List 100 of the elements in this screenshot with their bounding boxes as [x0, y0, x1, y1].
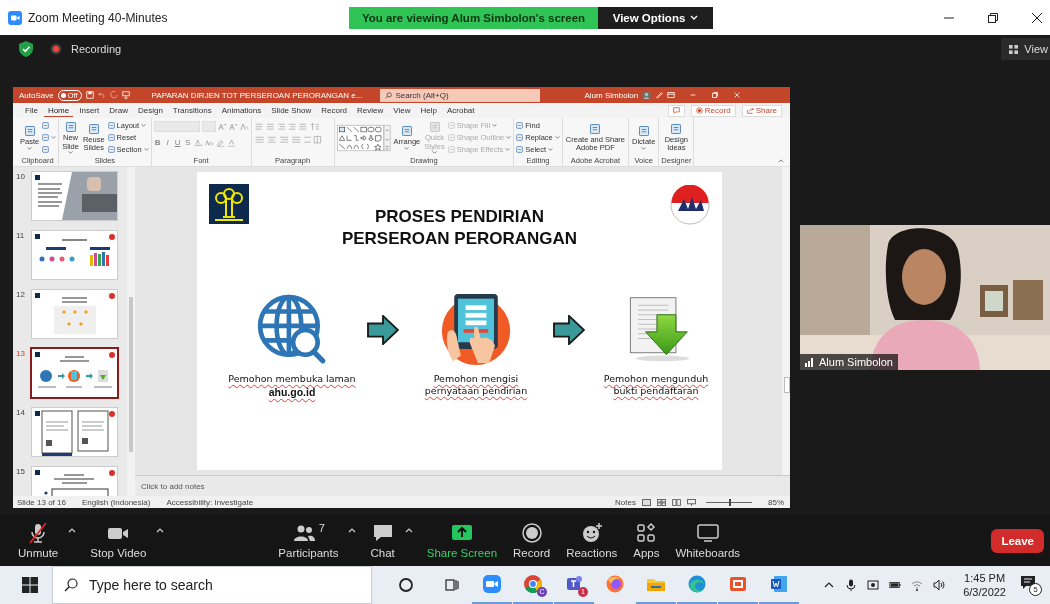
ribbon-tab[interactable]: Transitions	[168, 104, 216, 117]
case-icon[interactable]	[204, 138, 214, 147]
leave-button[interactable]: Leave	[991, 528, 1044, 553]
battery-icon[interactable]	[889, 579, 902, 591]
tool-icon	[516, 146, 524, 154]
document-title[interactable]: PAPARAN DIRJEN TOT PERSEROAN PERORANGAN e...	[151, 90, 363, 100]
ribbon-tab[interactable]: Home	[43, 104, 74, 117]
toolbar-button[interactable]: Stop Video	[82, 522, 171, 559]
slide-thumbnail[interactable]	[32, 349, 117, 397]
microphone-icon[interactable]	[845, 579, 858, 591]
shapes-gallery[interactable]	[336, 123, 391, 152]
ribbon-tab[interactable]: Acrobat	[442, 104, 479, 117]
ribbon-tab[interactable]: View	[389, 104, 415, 117]
presenter-icon[interactable]	[121, 91, 130, 99]
pen-icon[interactable]	[655, 91, 664, 99]
toolbar-button[interactable]: 7 Participants	[270, 522, 363, 559]
record-icon	[519, 522, 544, 544]
wifi-icon[interactable]	[911, 579, 924, 591]
toolbar-button[interactable]: Chat	[362, 522, 419, 559]
reading-view-icon[interactable]	[672, 498, 681, 506]
tool-icon	[589, 122, 602, 135]
slide-thumbnail[interactable]	[32, 172, 117, 220]
ribbon-tab[interactable]: Animations	[217, 104, 266, 117]
ribbon-button[interactable]	[42, 132, 57, 143]
font-color-icon[interactable]	[226, 138, 236, 147]
close-icon[interactable]	[1032, 12, 1042, 23]
comments-button[interactable]	[667, 104, 685, 117]
slide-thumbnail[interactable]	[32, 231, 117, 279]
caret-icon[interactable]	[404, 528, 413, 533]
format-button[interactable]: I	[163, 138, 172, 147]
ribbon-tab[interactable]: Help	[416, 104, 441, 117]
zoom-level[interactable]: 85%	[768, 497, 784, 507]
tool-icon	[670, 122, 683, 135]
caret-icon	[51, 136, 57, 139]
record-button[interactable]: Record	[690, 104, 736, 117]
step-caption: Pemohon mengisi	[433, 373, 519, 385]
toolbar-button[interactable]: Apps	[625, 522, 668, 559]
highlighter-icon[interactable]	[215, 138, 225, 147]
search-field[interactable]: Search (Alt+Q)	[380, 88, 541, 102]
shrink-font-icon[interactable]	[228, 122, 238, 131]
display-icon[interactable]	[867, 579, 880, 591]
save-icon[interactable]	[85, 91, 94, 99]
task-view-icon[interactable]	[444, 577, 460, 593]
sorter-view-icon[interactable]	[657, 498, 666, 506]
emblem-logo	[209, 183, 249, 225]
ribbon-tab[interactable]: Review	[353, 104, 388, 117]
circle-icon[interactable]	[398, 577, 414, 593]
slide-title: PERSEROAN PERORANGAN	[341, 228, 578, 250]
toolbar-button[interactable]: Whiteboards	[667, 522, 749, 559]
clock-time[interactable]: 1:45 PM	[964, 572, 1006, 584]
restore-icon[interactable]	[988, 12, 998, 23]
redo-icon[interactable]	[109, 91, 118, 99]
slide-number: 13	[16, 349, 26, 360]
toolbar-button[interactable]: Record	[505, 522, 559, 559]
accessibility-label[interactable]: Accessibility: Investigate	[166, 497, 254, 507]
ribbon-display-icon[interactable]	[667, 91, 676, 99]
toolbar-button[interactable]: Reactions	[558, 522, 626, 559]
ribbon-tab[interactable]: Draw	[105, 104, 132, 117]
ribbon-tab[interactable]: File	[21, 104, 42, 117]
notes-button[interactable]: Notes	[615, 497, 636, 507]
ribbon-tab[interactable]: Design	[133, 104, 167, 117]
toolbar-button[interactable]: Unmute	[10, 522, 83, 559]
collapse-ribbon-icon[interactable]	[778, 159, 784, 163]
ribbon-tab[interactable]: Insert	[75, 104, 104, 117]
format-button[interactable]: S	[183, 138, 192, 147]
ribbon-tab[interactable]: Record	[317, 104, 352, 117]
search-field[interactable]: Type here to search	[52, 566, 372, 604]
slide-thumbnail[interactable]	[32, 290, 117, 338]
normal-view-icon[interactable]	[642, 498, 651, 506]
caret-icon[interactable]	[348, 528, 357, 533]
windows-start-icon[interactable]	[22, 577, 38, 593]
view-button[interactable]: View	[1001, 38, 1050, 60]
share-button[interactable]: Share	[741, 104, 782, 117]
view-options-button[interactable]: View Options	[598, 6, 713, 29]
minimize-icon[interactable]	[689, 91, 698, 99]
notification-icon[interactable]	[1020, 574, 1036, 590]
slide-thumbnail[interactable]	[32, 408, 117, 456]
step-caption: ahu.go.id	[268, 385, 316, 399]
shield-icon[interactable]	[19, 41, 33, 57]
slideshow-icon[interactable]	[687, 498, 696, 506]
caret-icon[interactable]	[156, 528, 165, 533]
caret-icon[interactable]	[68, 528, 77, 533]
notes-placeholder[interactable]: Click to add notes	[141, 481, 205, 491]
undo-icon[interactable]	[97, 91, 106, 99]
speaker-icon[interactable]	[933, 579, 946, 591]
scrollbar[interactable]	[127, 167, 135, 496]
participant-name: Alum Simbolon	[819, 356, 893, 368]
scrollbar[interactable]	[782, 167, 790, 476]
clock-date[interactable]: 6/3/2022	[963, 586, 1006, 598]
grow-font-icon[interactable]	[217, 122, 227, 131]
caret-icon	[68, 150, 74, 154]
browser-icon	[523, 574, 543, 594]
ribbon-tab[interactable]: Slide Show	[267, 104, 316, 117]
format-button[interactable]: U	[173, 138, 182, 147]
tool-icon	[87, 122, 100, 135]
avatar-icon[interactable]	[642, 90, 652, 100]
language-label[interactable]: English (Indonesia)	[81, 497, 151, 507]
toolbar-button[interactable]: Share Screen	[418, 522, 506, 559]
caret-icon	[143, 148, 149, 152]
caret-icon	[432, 150, 437, 154]
